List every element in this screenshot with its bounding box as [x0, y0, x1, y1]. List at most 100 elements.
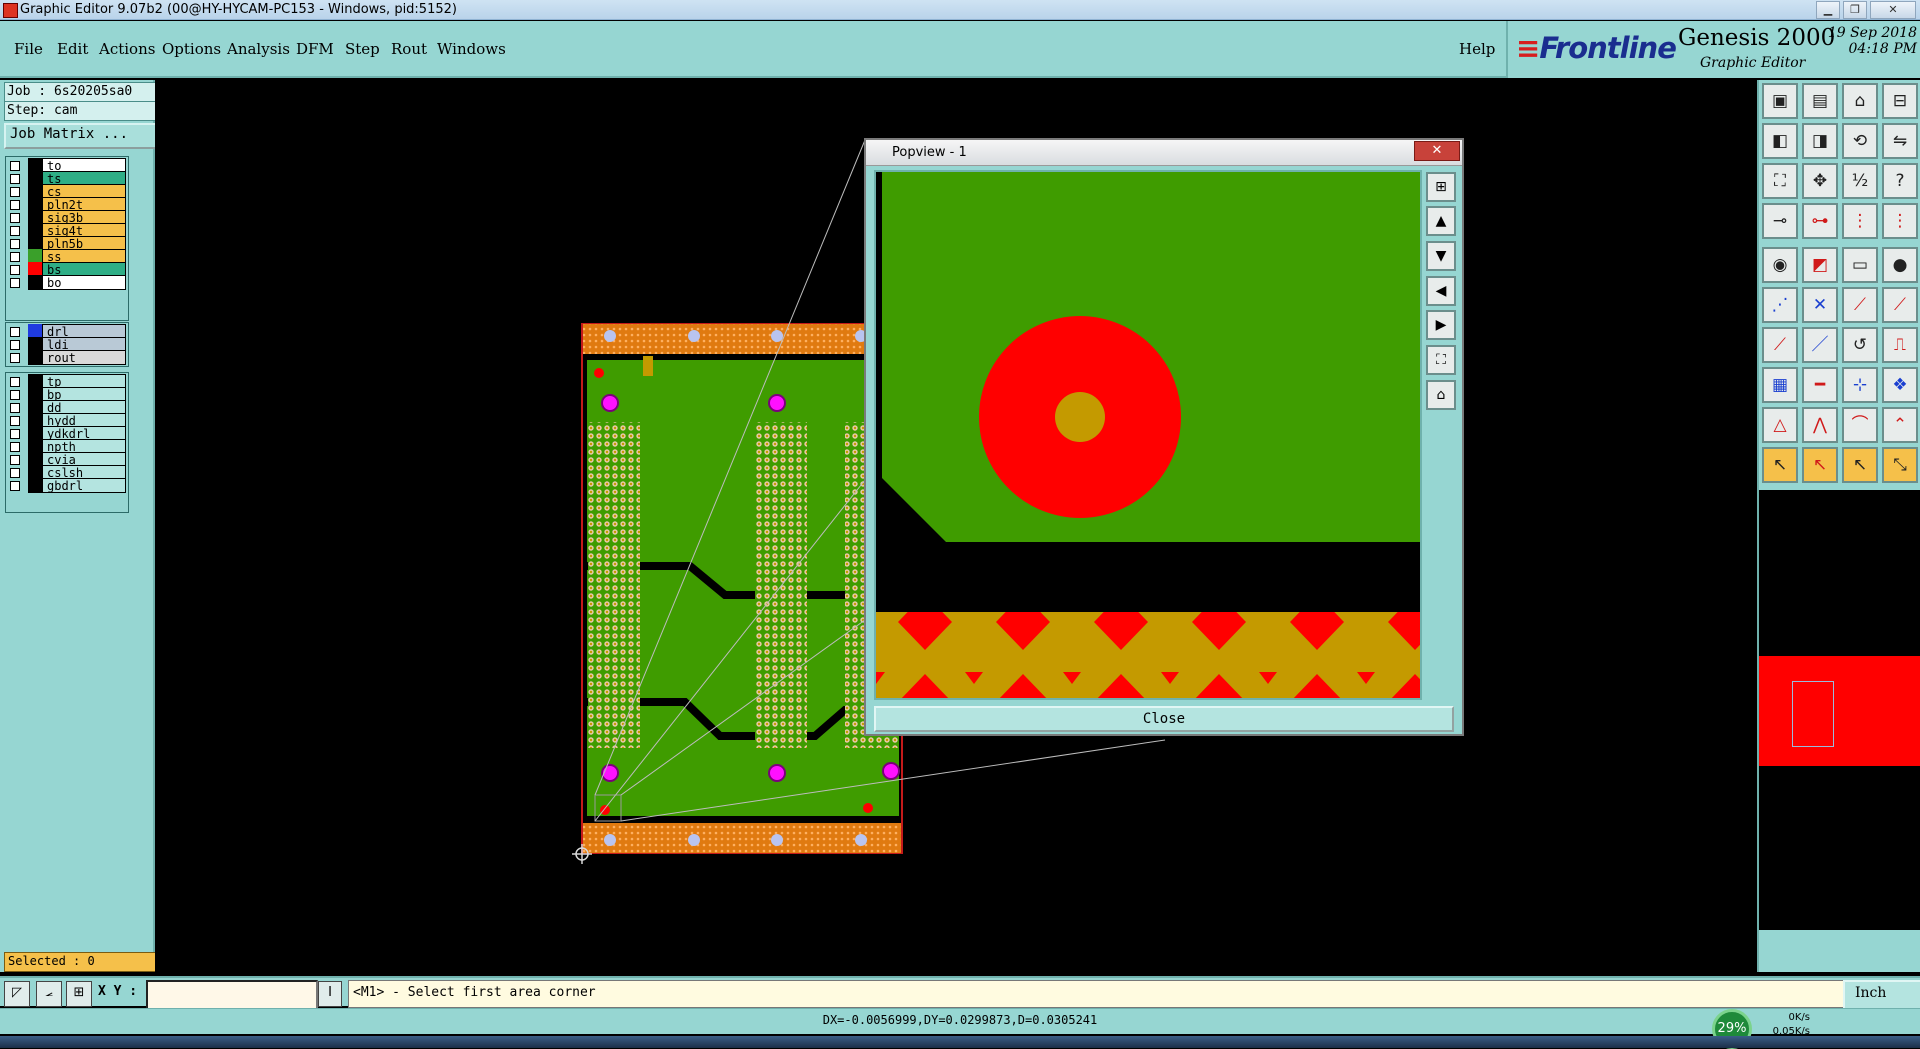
layer-name[interactable]: rout: [42, 350, 126, 365]
layer-color-swatch[interactable]: [28, 478, 42, 493]
layer-checkbox[interactable]: [10, 213, 20, 223]
layer-checkbox[interactable]: [10, 200, 20, 210]
layer-name[interactable]: bo: [42, 275, 126, 290]
layer-checkbox[interactable]: [10, 429, 20, 439]
units-button[interactable]: Inch: [1843, 980, 1920, 1010]
ruler-icon[interactable]: ▭: [1842, 247, 1878, 283]
job-matrix-button[interactable]: Job Matrix ...: [4, 123, 160, 149]
node-icon[interactable]: ⟋: [1842, 287, 1878, 323]
mountain-icon[interactable]: ⌃: [1882, 407, 1918, 443]
layer-map-icon[interactable]: ⋮: [1882, 203, 1918, 239]
layer-checkbox[interactable]: [10, 481, 20, 491]
layer-checkbox[interactable]: [10, 377, 20, 387]
menu-edit[interactable]: Edit: [57, 40, 88, 58]
xy-input[interactable]: [146, 980, 318, 1010]
zoom-center-icon[interactable]: ✥: [1802, 163, 1838, 199]
pointer-icon[interactable]: ↖: [1762, 447, 1798, 483]
query-icon[interactable]: ?: [1882, 163, 1918, 199]
close-window-button[interactable]: ✕: [1870, 1, 1916, 19]
layer-row-gbdrl[interactable]: gbdrl: [6, 478, 126, 493]
move-icon[interactable]: ⤡: [1882, 447, 1918, 483]
pad-copy-icon[interactable]: ▦: [1762, 367, 1798, 403]
popview-fit-icon[interactable]: ⛶: [1426, 345, 1456, 375]
drag-icon[interactable]: ↖: [1842, 447, 1878, 483]
line-tool-icon[interactable]: ⊶: [1802, 203, 1838, 239]
save-icon[interactable]: ▤: [1802, 83, 1838, 119]
connect-icon[interactable]: ⋰: [1762, 287, 1798, 323]
layer-checkbox[interactable]: [10, 239, 20, 249]
window-split-icon[interactable]: ⊟: [1882, 83, 1918, 119]
layer-checkbox[interactable]: [10, 252, 20, 262]
menu-windows[interactable]: Windows: [437, 40, 506, 58]
info-icon[interactable]: Ⅰ: [318, 981, 342, 1007]
home-icon[interactable]: ⌂: [1842, 83, 1878, 119]
popview-canvas[interactable]: [874, 170, 1422, 700]
select-icon[interactable]: ↖: [1802, 447, 1838, 483]
node2-icon[interactable]: ⟋: [1882, 287, 1918, 323]
layer-checkbox[interactable]: [10, 340, 20, 350]
layer-checkbox[interactable]: [10, 187, 20, 197]
layer-checkbox[interactable]: [10, 265, 20, 275]
layer-checkbox[interactable]: [10, 226, 20, 236]
popview-close-x[interactable]: ✕: [1414, 141, 1460, 161]
layer-color-swatch[interactable]: [28, 350, 42, 365]
measure-icon[interactable]: ⦟: [36, 981, 62, 1007]
layer-checkbox[interactable]: [10, 455, 20, 465]
pad-add-icon[interactable]: ◉: [1762, 247, 1798, 283]
menu-dfm[interactable]: DFM: [296, 40, 334, 58]
popview-pan-left-icon[interactable]: ◀: [1426, 276, 1456, 306]
overview-viewport[interactable]: [1792, 681, 1834, 747]
open-job-icon[interactable]: ▣: [1762, 83, 1798, 119]
line-icon[interactable]: ／: [1802, 327, 1838, 363]
layer-checkbox[interactable]: [10, 278, 20, 288]
layer-checkbox[interactable]: [10, 403, 20, 413]
step-prev-icon[interactable]: ◧: [1762, 123, 1798, 159]
menu-rout[interactable]: Rout: [391, 40, 427, 58]
layer-checkbox[interactable]: [10, 442, 20, 452]
mirror-icon[interactable]: ⇋: [1882, 123, 1918, 159]
popview-pan-right-icon[interactable]: ▶: [1426, 310, 1456, 340]
popview-home-icon[interactable]: ⌂: [1426, 380, 1456, 410]
menu-analysis[interactable]: Analysis: [227, 40, 290, 58]
layer-checkbox[interactable]: [10, 353, 20, 363]
layer-color-swatch[interactable]: [28, 275, 42, 290]
layer-edit-icon[interactable]: ⋮: [1842, 203, 1878, 239]
rotate-icon[interactable]: ⟲: [1842, 123, 1878, 159]
bridge-icon[interactable]: ⌒: [1842, 407, 1878, 443]
circle-icon[interactable]: ●: [1882, 247, 1918, 283]
menu-options[interactable]: Options: [162, 40, 221, 58]
snap-tool-icon[interactable]: ⊸: [1762, 203, 1798, 239]
overview-map[interactable]: [1759, 490, 1920, 930]
step-icon[interactable]: ⎍: [1882, 327, 1918, 363]
group-icon[interactable]: ❖: [1882, 367, 1918, 403]
minimize-button[interactable]: ▁: [1816, 1, 1840, 19]
layer-checkbox[interactable]: [10, 174, 20, 184]
peak-icon[interactable]: ⋀: [1802, 407, 1838, 443]
menu-help[interactable]: Help: [1459, 40, 1495, 58]
popview-pan-up-icon[interactable]: ▲: [1426, 206, 1456, 236]
layer-name[interactable]: gbdrl: [42, 478, 126, 493]
menu-actions[interactable]: Actions: [99, 40, 155, 58]
arc-icon[interactable]: ↺: [1842, 327, 1878, 363]
zoom-fit-icon[interactable]: ⛶: [1762, 163, 1798, 199]
snap-icon[interactable]: ◸: [4, 981, 30, 1007]
layer-checkbox[interactable]: [10, 468, 20, 478]
menu-step[interactable]: Step: [345, 40, 380, 58]
layer-checkbox[interactable]: [10, 327, 20, 337]
layer-row-bo[interactable]: bo: [6, 275, 126, 290]
measure-tool-icon[interactable]: ⊹: [1842, 367, 1878, 403]
popview-pan-down-icon[interactable]: ▼: [1426, 241, 1456, 271]
maximize-button[interactable]: ❐: [1843, 1, 1867, 19]
menu-file[interactable]: File: [14, 40, 43, 58]
cross-icon[interactable]: ✕: [1802, 287, 1838, 323]
layer-row-rout[interactable]: rout: [6, 350, 126, 365]
slope-icon[interactable]: ⟋: [1762, 327, 1798, 363]
grid-icon[interactable]: ⊞: [66, 981, 92, 1007]
select-box-icon[interactable]: ◩: [1802, 247, 1838, 283]
layer-checkbox[interactable]: [10, 416, 20, 426]
popview-close-button[interactable]: Close: [874, 706, 1454, 732]
popview-zoom-icon[interactable]: ⊞: [1426, 172, 1456, 202]
layer-checkbox[interactable]: [10, 161, 20, 171]
layer-checkbox[interactable]: [10, 390, 20, 400]
scale-icon[interactable]: ½: [1842, 163, 1878, 199]
